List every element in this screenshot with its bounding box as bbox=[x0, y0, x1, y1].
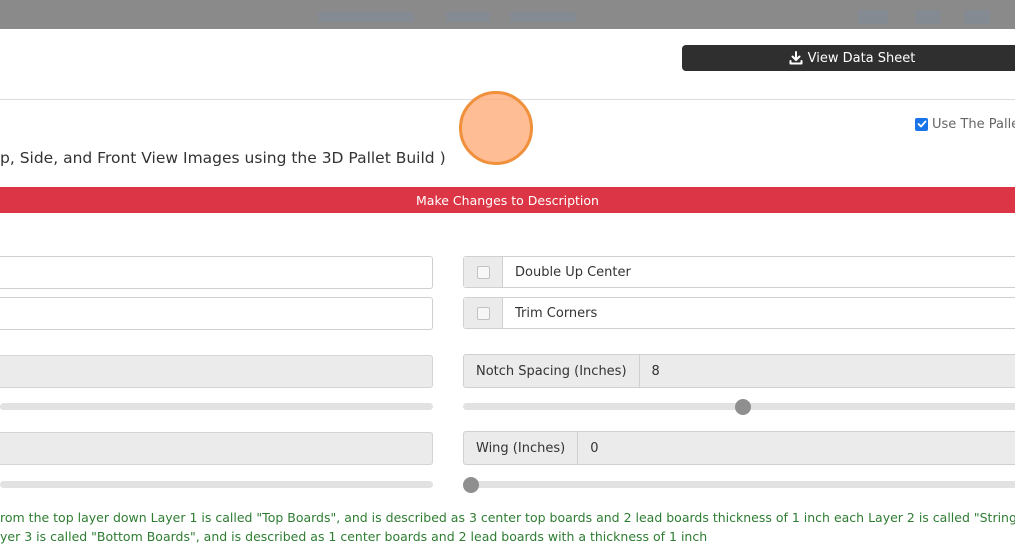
double-up-center-option[interactable]: Double Up Center bbox=[463, 256, 1015, 288]
double-up-center-checkbox-addon[interactable] bbox=[464, 257, 503, 287]
use-pallet-option[interactable]: Use The Pallet bbox=[915, 116, 1015, 132]
double-up-center-label: Double Up Center bbox=[515, 264, 631, 280]
instruction-text: p, Side, and Front View Images using the… bbox=[0, 149, 446, 167]
background-blur-item bbox=[510, 12, 576, 22]
trim-corners-label: Trim Corners bbox=[515, 305, 598, 321]
left-text-input-1[interactable] bbox=[0, 256, 433, 289]
click-indicator bbox=[459, 91, 533, 165]
modal-header: View Data Sheet bbox=[0, 29, 1015, 100]
left-slider-1[interactable] bbox=[0, 403, 433, 410]
layer-description-line-2: yer 3 is called "Bottom Boards", and is … bbox=[0, 529, 708, 544]
background-blur-icon bbox=[858, 10, 888, 24]
trim-corners-checkbox[interactable] bbox=[476, 306, 490, 320]
notch-spacing-slider[interactable] bbox=[463, 398, 1015, 415]
background-blur-item bbox=[446, 12, 490, 22]
wing-slider[interactable] bbox=[463, 476, 1015, 493]
page: View Data Sheet Use The Pallet p, Side, … bbox=[0, 0, 1015, 545]
layer-description-line-1: rom the top layer down Layer 1 is called… bbox=[0, 510, 1015, 525]
trim-corners-option[interactable]: Trim Corners bbox=[463, 297, 1015, 329]
wing-value[interactable]: 0 bbox=[578, 432, 598, 464]
wing-label: Wing (Inches) bbox=[464, 432, 579, 464]
make-changes-label: Make Changes to Description bbox=[416, 192, 599, 208]
left-readonly-field-2[interactable] bbox=[0, 432, 433, 465]
double-up-center-checkbox[interactable] bbox=[476, 265, 490, 279]
background-blur-item bbox=[318, 12, 414, 22]
left-readonly-field-1[interactable] bbox=[0, 355, 433, 388]
background-blur-icon bbox=[964, 10, 990, 24]
make-changes-description-bar[interactable]: Make Changes to Description bbox=[0, 187, 1015, 213]
trim-corners-checkbox-addon[interactable] bbox=[464, 298, 503, 328]
background-blur-icon bbox=[915, 10, 941, 24]
checkmark-icon bbox=[917, 120, 926, 128]
use-pallet-label: Use The Pallet bbox=[932, 116, 1015, 132]
background-page-strip bbox=[0, 0, 1015, 29]
download-icon bbox=[789, 51, 803, 65]
left-slider-2[interactable] bbox=[0, 481, 433, 488]
notch-spacing-value[interactable]: 8 bbox=[640, 355, 660, 387]
view-data-sheet-label: View Data Sheet bbox=[807, 50, 916, 66]
wing-slider-thumb[interactable] bbox=[463, 476, 479, 493]
notch-spacing-slider-thumb[interactable] bbox=[735, 398, 751, 415]
wing-field[interactable]: Wing (Inches) 0 bbox=[463, 431, 1015, 465]
notch-spacing-label: Notch Spacing (Inches) bbox=[464, 355, 640, 387]
left-text-input-2[interactable] bbox=[0, 297, 433, 330]
view-data-sheet-button[interactable]: View Data Sheet bbox=[682, 45, 1015, 71]
use-pallet-checkbox[interactable] bbox=[915, 117, 928, 131]
notch-spacing-field[interactable]: Notch Spacing (Inches) 8 bbox=[463, 354, 1015, 388]
